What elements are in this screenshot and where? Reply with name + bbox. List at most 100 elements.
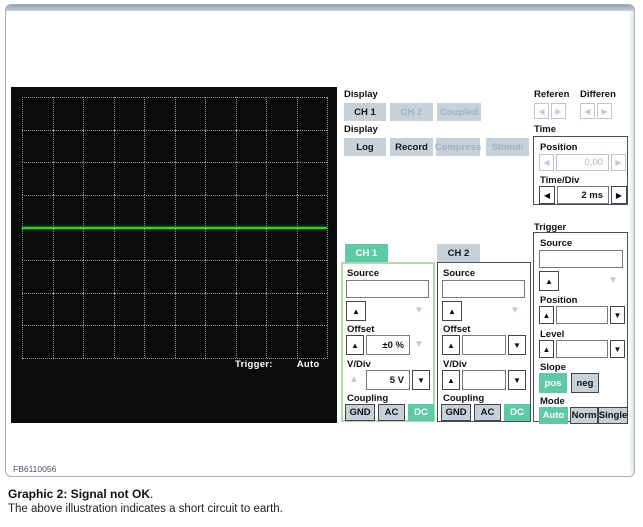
- scope-grid-cell: [22, 97, 53, 130]
- page: Trigger: Auto Display CH 1 CH 2 Coupled …: [0, 0, 643, 527]
- trigger-position-value: [556, 306, 608, 324]
- scope-grid-cell: [22, 292, 53, 326]
- ch1-offset-up-button[interactable]: ▲: [346, 335, 364, 355]
- scope-grid-cell: [296, 97, 327, 130]
- caption-title-text: Graphic 2: Signal not OK: [8, 487, 151, 501]
- trigger-source-up-button[interactable]: ▲: [539, 271, 559, 291]
- ch2-offset-label: Offset: [443, 324, 471, 335]
- record-button[interactable]: Record: [390, 138, 433, 156]
- ch1-coupling-ac-button[interactable]: AC: [378, 404, 405, 421]
- ch2-source-up-button[interactable]: ▲: [442, 301, 462, 321]
- ch2-coupling-ac-button[interactable]: AC: [474, 404, 501, 421]
- scope-grid-cell: [266, 97, 297, 130]
- scope-grid-cell: [235, 129, 266, 163]
- scope-grid-cell: [144, 292, 175, 326]
- mode-norm-button[interactable]: Norm: [570, 407, 598, 424]
- scope-grid-cell: [296, 227, 327, 261]
- scope-grid-cell: [22, 227, 53, 261]
- timediv-increment-button[interactable]: ▶: [611, 186, 627, 204]
- ch1-vdiv-up-icon: ▲: [349, 374, 359, 385]
- ch2-source-input[interactable]: [442, 280, 525, 298]
- mode-auto-button[interactable]: Auto: [539, 407, 568, 424]
- trigger-position-down-button[interactable]: ▼: [610, 306, 625, 324]
- display-mode-label: Display: [344, 124, 378, 135]
- trigger-status-label: Trigger:: [235, 359, 273, 370]
- ch2-coupling-dc-button[interactable]: DC: [504, 404, 530, 421]
- ch2-source-label: Source: [443, 268, 476, 279]
- scope-grid-cell: [205, 194, 236, 228]
- timediv-decrement-button[interactable]: ◀: [539, 186, 555, 204]
- scope-grid-cell: [52, 292, 83, 326]
- ch1-coupling-dc-button[interactable]: DC: [408, 404, 434, 421]
- scope-grid-cell: [113, 325, 144, 358]
- scope-grid-cell: [174, 194, 205, 228]
- scope-grid-cell: [22, 162, 53, 195]
- slope-neg-button[interactable]: neg: [571, 373, 599, 393]
- scope-grid-cell: [205, 260, 236, 293]
- ch1-vdiv-label: V/Div: [347, 359, 371, 370]
- ch2-offset-down-button[interactable]: ▼: [508, 335, 526, 355]
- oscilloscope-screen: Trigger: Auto: [11, 87, 337, 423]
- ch2-coupling-gnd-button[interactable]: GND: [441, 404, 471, 421]
- scope-grid-cell: [113, 260, 144, 293]
- scope-grid-cell: [113, 194, 144, 228]
- trigger-level-down-button[interactable]: ▼: [610, 340, 625, 358]
- time-group-box: Position ◀ 0,00 ▶ Time/Div ◀ 2 ms ▶: [533, 136, 628, 205]
- scope-grid-cell: [52, 162, 83, 195]
- trigger-group-box: Source ▲ ▼ Position ▲ ▼ Level ▲ ▼ Slope …: [533, 232, 628, 424]
- scope-grid-cell: [144, 194, 175, 228]
- slope-pos-button[interactable]: pos: [539, 373, 567, 393]
- ch2-vdiv-down-button[interactable]: ▼: [508, 370, 526, 390]
- scope-grid-cell: [113, 227, 144, 261]
- differential-prev-button[interactable]: ◀: [580, 103, 595, 119]
- scope-grid-cell: [83, 260, 114, 293]
- time-position-decrement-button[interactable]: ◀: [539, 154, 554, 171]
- trigger-position-label: Position: [540, 295, 578, 306]
- trigger-position-up-button[interactable]: ▲: [539, 306, 554, 324]
- caption-title: Graphic 2: Signal not OK.: [8, 487, 153, 501]
- ch2-offset-up-button[interactable]: ▲: [442, 335, 460, 355]
- ch2-coupling-label: Coupling: [443, 393, 485, 404]
- scope-grid-cell: [174, 129, 205, 163]
- scope-grid-cell: [83, 292, 114, 326]
- scope-grid-cell: [52, 227, 83, 261]
- scope-grid-cell: [83, 129, 114, 163]
- scope-grid-cell: [205, 129, 236, 163]
- display-coupled-button[interactable]: Coupled: [437, 103, 481, 121]
- ch1-tab[interactable]: CH 1: [345, 244, 388, 262]
- scope-grid-cell: [266, 162, 297, 195]
- scope-grid-cell: [52, 325, 83, 358]
- display-ch2-button[interactable]: CH 2: [390, 103, 433, 121]
- scope-grid-cell: [83, 162, 114, 195]
- ch1-source-input[interactable]: [346, 280, 429, 298]
- scope-grid-cell: [52, 97, 83, 130]
- display-ch1-button[interactable]: CH 1: [344, 103, 386, 121]
- scope-grid-cell: [52, 129, 83, 163]
- ch2-vdiv-value: [462, 370, 506, 390]
- trigger-status: Trigger: Auto: [235, 359, 320, 370]
- time-position-value: 0,00: [556, 154, 609, 171]
- scope-grid-cell: [144, 129, 175, 163]
- time-position-increment-button[interactable]: ▶: [611, 154, 626, 171]
- reference-prev-button[interactable]: ◀: [534, 103, 549, 119]
- log-button[interactable]: Log: [344, 138, 386, 156]
- ch1-source-up-button[interactable]: ▲: [346, 301, 366, 321]
- differential-next-button[interactable]: ▶: [597, 103, 612, 119]
- scope-grid-cell: [174, 97, 205, 130]
- reference-next-button[interactable]: ▶: [551, 103, 566, 119]
- trigger-source-input[interactable]: [539, 250, 623, 268]
- ch2-vdiv-up-button[interactable]: ▲: [442, 370, 460, 390]
- trigger-source-label: Source: [540, 238, 573, 249]
- ch1-offset-label: Offset: [347, 324, 375, 335]
- trigger-level-up-button[interactable]: ▲: [539, 340, 554, 358]
- stimuli-button[interactable]: Stimuli: [486, 138, 529, 156]
- mode-single-button[interactable]: Single: [598, 407, 628, 424]
- ch2-tab[interactable]: CH 2: [437, 244, 480, 262]
- ch1-coupling-gnd-button[interactable]: GND: [345, 404, 375, 421]
- scope-grid-cell: [205, 162, 236, 195]
- caption-body: The above illustration indicates a short…: [8, 503, 283, 515]
- scope-grid-cell: [22, 260, 53, 293]
- ch1-vdiv-down-button[interactable]: ▼: [412, 370, 430, 390]
- compress-button[interactable]: Compress: [435, 138, 481, 156]
- scope-grid-cell: [266, 260, 297, 293]
